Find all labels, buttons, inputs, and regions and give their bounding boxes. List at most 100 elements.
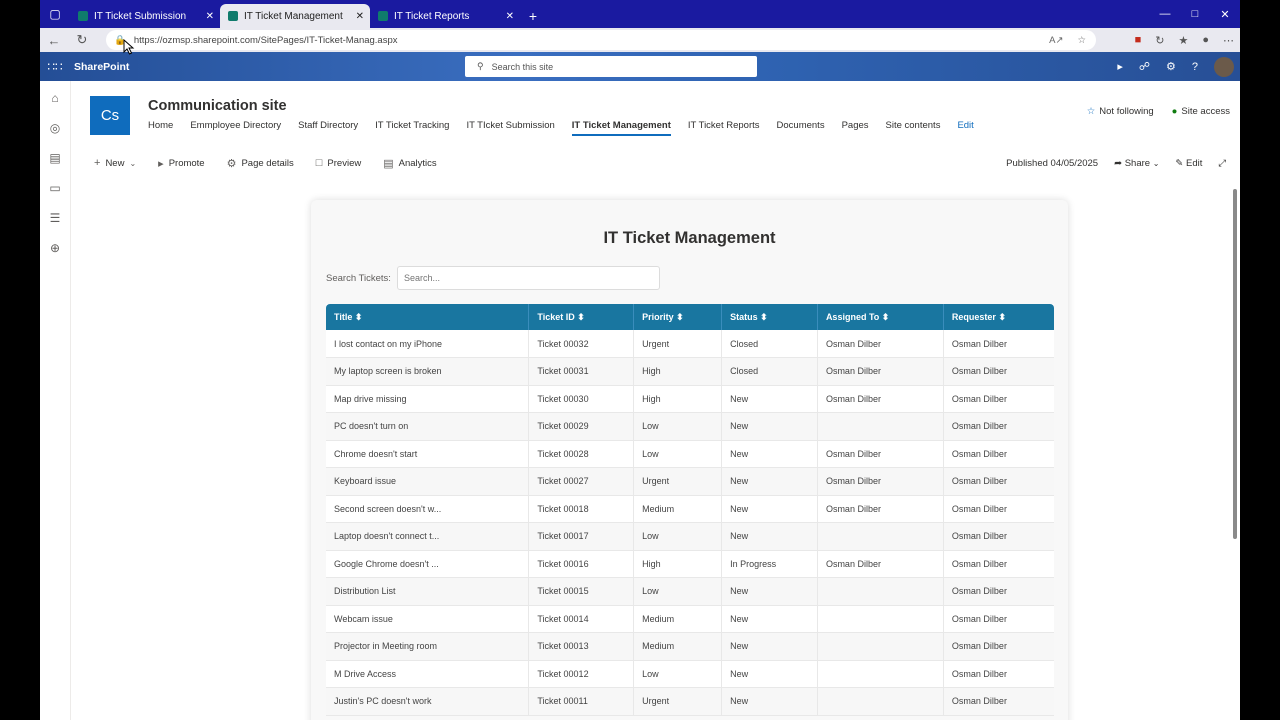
table-row[interactable]: Justin's PC doesn't work Ticket 00011 Urge… [326, 687, 1054, 716]
table-row[interactable]: My laptop screen is broken Ticket 00031 Hi… [326, 357, 1054, 386]
analytics-button[interactable]: ▤ Analytics [383, 157, 436, 170]
megaphone-icon[interactable]: ▸ [1117, 60, 1123, 73]
page-command-bar: + New ⌄ ▸ Promote ⚙ Page details □ Preview ▤ A… [71, 152, 1240, 174]
site-access-button[interactable]: ● Site access [1172, 106, 1230, 117]
page-details-button[interactable]: ⚙ Page details [227, 157, 294, 170]
read-aloud-icon[interactable]: A↗ [1049, 35, 1063, 46]
maximize-icon[interactable]: □ [1180, 0, 1210, 28]
cell-requester: Osman Dilber [943, 440, 1054, 468]
sharepoint-brand[interactable]: SharePoint [74, 61, 129, 73]
preview-button[interactable]: □ Preview [316, 157, 361, 169]
nav-site-contents[interactable]: Site contents [886, 120, 941, 136]
table-row[interactable]: Keyboard issue Ticket 00027 Urgent New Osman… [326, 467, 1054, 496]
tab-actions-icon[interactable]: ▢ [40, 0, 70, 28]
table-row[interactable]: Projector in Meeting room Ticket 00013 Med… [326, 632, 1054, 661]
browser-tab-0[interactable]: IT Ticket Submission ✕ [70, 4, 220, 28]
cell-title: Distribution List [326, 577, 530, 606]
settings-gear-icon[interactable]: ⚙ [1166, 60, 1176, 73]
user-avatar[interactable] [1214, 56, 1234, 77]
analytics-label: Analytics [398, 157, 437, 169]
cell-ticket-id: Ticket 00027 [528, 467, 635, 496]
news-icon[interactable]: ▤ [49, 151, 60, 165]
tickets-table: Title ⬍ Ticket ID ⬍ Priority ⬍ Status ⬍ … [326, 304, 1054, 716]
edit-button[interactable]: ✎ Edit [1175, 158, 1202, 169]
nav-home[interactable]: Home [148, 120, 173, 136]
more-icon[interactable]: ⋯ [1223, 34, 1234, 47]
create-plus-icon[interactable]: ⊕ [50, 241, 60, 255]
lists-icon[interactable]: ☰ [50, 211, 61, 225]
url-field[interactable]: 🔒 https://ozmsp.sharepoint.com/SitePages… [106, 30, 1096, 50]
nav-it-ticket-reports[interactable]: IT Ticket Reports [688, 120, 760, 136]
browser-tab-2[interactable]: IT Ticket Reports ✕ [370, 4, 520, 28]
help-icon[interactable]: ? [1192, 61, 1198, 73]
table-row[interactable]: Distribution List Ticket 00015 Low New Osman… [326, 577, 1054, 606]
nav-it-ticket-management[interactable]: IT Ticket Management [571, 120, 671, 136]
new-button[interactable]: + New ⌄ [94, 157, 136, 169]
table-row[interactable]: M Drive Access Ticket 00012 Low New Osman Di… [326, 660, 1054, 688]
app-launcher-icon[interactable]: ∷∷ [40, 60, 70, 74]
nav-it-ticket-tracking[interactable]: IT Ticket Tracking [375, 120, 449, 136]
document-icon[interactable]: ▭ [49, 181, 60, 195]
cell-assigned-to [817, 522, 944, 551]
site-title[interactable]: Communication site [148, 98, 287, 114]
close-window-icon[interactable]: ✕ [1210, 0, 1240, 28]
favorites-icon[interactable]: ★ [1178, 34, 1188, 47]
not-following-button[interactable]: ☆ Not following [1087, 106, 1154, 117]
share-link-icon[interactable]: ☍ [1139, 60, 1150, 73]
close-tab-icon[interactable]: ✕ [356, 11, 364, 22]
cell-assigned-to [817, 687, 944, 716]
home-icon[interactable]: ⌂ [51, 91, 58, 105]
table-row[interactable]: Webcam issue Ticket 00014 Medium New Osman D… [326, 605, 1054, 633]
nav-documents[interactable]: Documents [777, 120, 825, 136]
table-row[interactable]: Map drive missing Ticket 00030 High New Osma… [326, 385, 1054, 413]
nav-it-ticket-submission[interactable]: IT TIcket Submission [466, 120, 554, 136]
page-scrollbar[interactable] [1232, 183, 1238, 720]
share-button[interactable]: ➦ Share ⌄ [1114, 158, 1159, 169]
refresh-icon[interactable]: ↻ [68, 28, 96, 52]
sharepoint-favicon-icon [228, 11, 238, 21]
address-bar: ← ↻ 🔒 https://ozmsp.sharepoint.com/SiteP… [40, 28, 1240, 52]
table-row[interactable]: Google Chrome doesn't ... Ticket 00016 Hig… [326, 550, 1054, 578]
site-search-box[interactable]: ⚲ Search this site [465, 56, 757, 77]
close-tab-icon[interactable]: ✕ [506, 11, 514, 22]
column-header-assigned-to[interactable]: Assigned To ⬍ [817, 304, 944, 330]
cell-ticket-id: Ticket 00016 [528, 550, 635, 578]
globe-icon[interactable]: ◎ [50, 121, 60, 135]
promote-button[interactable]: ▸ Promote [158, 157, 204, 170]
site-logo[interactable]: Cs [90, 96, 130, 135]
browser-tab-1[interactable]: IT Ticket Management ✕ [220, 4, 370, 28]
favorite-star-icon[interactable]: ☆ [1077, 35, 1086, 46]
table-row[interactable]: Chrome doesn't start Ticket 00028 Low New Os… [326, 440, 1054, 468]
cell-assigned-to: Osman Dilber [817, 495, 944, 523]
nav-pages[interactable]: Pages [842, 120, 869, 136]
table-row[interactable]: I lost contact on my iPhone Ticket 00032 U… [326, 330, 1054, 358]
nav-staff-directory[interactable]: Staff Directory [298, 120, 358, 136]
column-header-requester[interactable]: Requester ⬍ [943, 304, 1054, 330]
expand-icon[interactable]: ⤢ [1218, 158, 1226, 169]
table-row[interactable]: PC doesn't turn on Ticket 00029 Low New Osma… [326, 412, 1054, 441]
nav-edit-link[interactable]: Edit [957, 120, 973, 136]
minimize-icon[interactable]: — [1150, 0, 1180, 28]
scrollbar-thumb[interactable] [1233, 189, 1237, 539]
new-tab-icon[interactable]: + [520, 4, 546, 28]
column-header-title[interactable]: Title ⬍ [326, 304, 530, 330]
sync-icon[interactable]: ↻ [1155, 34, 1164, 47]
column-header-priority[interactable]: Priority ⬍ [633, 304, 723, 330]
cell-assigned-to [817, 660, 944, 688]
tab-bar: ▢ IT Ticket Submission ✕ IT Ticket Manag… [40, 0, 1240, 28]
column-header-status[interactable]: Status ⬍ [721, 304, 818, 330]
table-row[interactable]: Laptop doesn't connect t... Ticket 00017 L… [326, 522, 1054, 551]
extension-icon[interactable]: ■ [1135, 34, 1142, 46]
cell-priority: Medium [633, 632, 723, 661]
cell-requester: Osman Dilber [943, 660, 1054, 688]
close-tab-icon[interactable]: ✕ [206, 11, 214, 22]
nav-employee-directory[interactable]: Emmployee Directory [190, 120, 281, 136]
cell-ticket-id: Ticket 00032 [528, 330, 635, 358]
table-row[interactable]: Second screen doesn't w... Ticket 00018 Me… [326, 495, 1054, 523]
search-label: Search Tickets: [326, 272, 391, 284]
profile-icon[interactable]: ● [1202, 34, 1209, 46]
tab-label: IT Ticket Submission [94, 10, 187, 22]
back-icon[interactable]: ← [40, 28, 68, 52]
column-header-ticket-id[interactable]: Ticket ID ⬍ [528, 304, 635, 330]
search-input[interactable] [396, 266, 660, 290]
